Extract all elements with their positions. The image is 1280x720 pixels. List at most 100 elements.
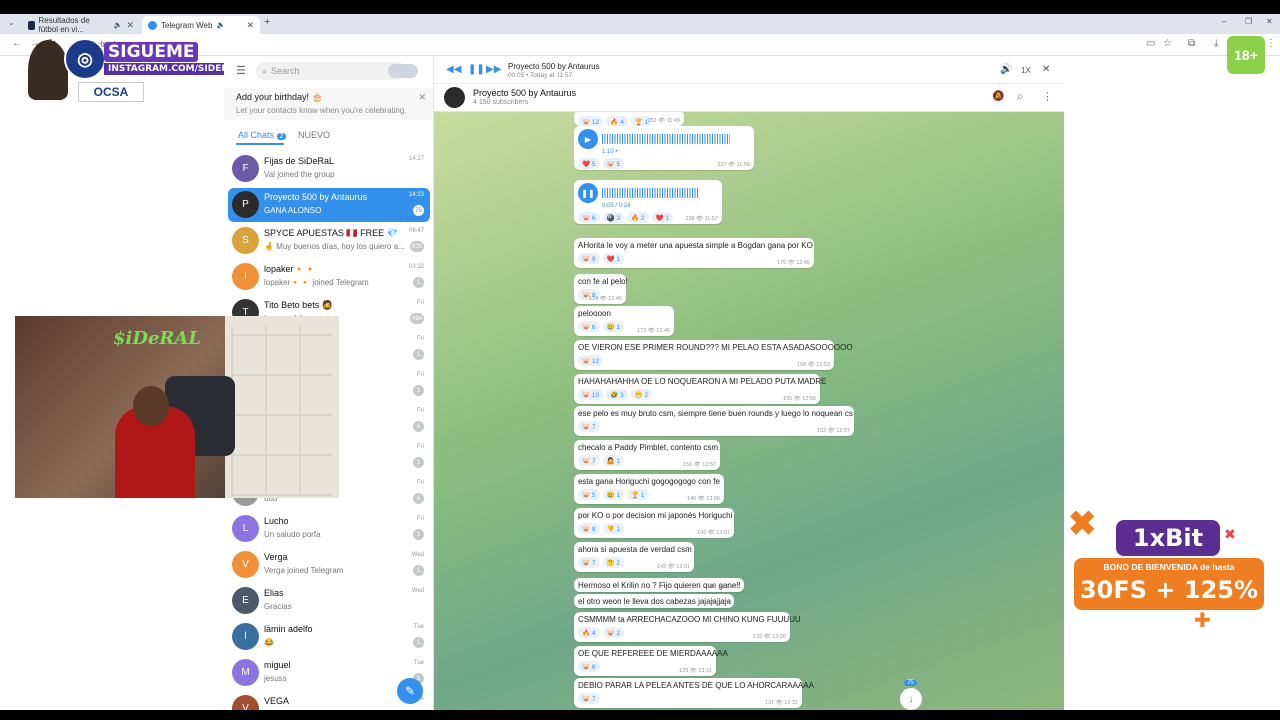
chat-list-item[interactable]: l lámin adelfo 😂 Tue 1 xyxy=(228,620,430,654)
window-close-icon[interactable]: ✕ xyxy=(1266,17,1273,26)
message-bubble[interactable]: con fe al pelo! 🐷 8 174 👁 12:46 xyxy=(574,274,628,304)
reaction-chip[interactable]: 🔥 2 xyxy=(627,212,649,223)
rewind-icon[interactable]: ◀◀ xyxy=(446,64,461,75)
menu-dots-icon[interactable]: ⋮ xyxy=(1266,38,1276,49)
message-bubble[interactable]: AHorita le voy a meter una apuesta simpl… xyxy=(574,238,814,268)
reaction-chip[interactable]: ❤️ 1 xyxy=(602,253,625,264)
chat-last-message: Un saludo porfa xyxy=(264,530,321,539)
message-bubble[interactable]: checalo a Paddy Pimblet, contento csm 🐷 7… xyxy=(574,440,720,470)
reaction-chip[interactable]: 🐷 6 xyxy=(578,661,600,672)
playback-speed[interactable]: 1X xyxy=(1021,66,1031,75)
extensions-icon[interactable]: ⧉ xyxy=(1188,38,1195,49)
reaction-chip[interactable]: 🐷 9 xyxy=(578,253,600,264)
reaction-chip[interactable]: 🐷 12 xyxy=(578,355,604,366)
more-options-icon[interactable]: ⋮ xyxy=(1042,90,1053,103)
chat-header[interactable]: Proyecto 500 by Antaurus 4 150 subscribe… xyxy=(434,84,1064,112)
reaction-chip[interactable]: 🐷 7 xyxy=(578,693,600,704)
voice-message[interactable]: ▶ 1:10 • ❤️ 5 🐷 5 237 👁 11:56 xyxy=(574,126,754,170)
pause-icon[interactable]: ❚❚ xyxy=(578,183,598,203)
back-icon[interactable]: ← xyxy=(12,38,22,49)
chat-messages-area[interactable]: 🐷 12 🔥 4 🏆 1 252 👁 11:49 ▶ 1:10 • ❤️ 5 🐷 5 237 👁… xyxy=(434,112,1064,710)
message-bubble[interactable]: CSMMMM ta ARRECHACAZOOO MI CHINO KUNG FU… xyxy=(574,612,801,642)
message-bubble[interactable]: por KO o por decision mi japonés Horiguc… xyxy=(574,508,734,538)
message-bubble[interactable]: 🐷 12 🔥 4 🏆 1 252 👁 11:49 xyxy=(574,112,684,127)
reaction-chip[interactable]: ❤️ 1 xyxy=(651,212,674,223)
message-text: ese pelo es muy bruto csm, siempre tiene… xyxy=(578,409,853,418)
message-bubble[interactable]: DEBIO PARAR LA PELEA ANTES DE QUE LO AHO… xyxy=(574,678,814,708)
cast-icon[interactable]: ▭ xyxy=(1146,38,1155,49)
reaction-chip[interactable]: 😁 2 xyxy=(630,389,653,400)
close-icon[interactable]: ✕ xyxy=(126,20,134,31)
chat-list-item[interactable]: l lopaker🔸🔸 lopaker🔸🔸 joined Telegram 03:32… xyxy=(228,260,430,294)
message-bubble[interactable]: HAHAHAHAHHA OE LO NOQUEARON A MI PELADO … xyxy=(574,374,826,404)
search-icon[interactable]: ⌕ xyxy=(1017,89,1024,104)
bookmark-star-icon[interactable]: ☆ xyxy=(1163,38,1172,49)
reaction-chip[interactable]: 🐷 8 xyxy=(578,523,600,534)
compose-pencil-icon[interactable]: ✎ xyxy=(397,678,423,704)
reaction-chip[interactable]: 🤷 1 xyxy=(602,455,625,466)
reaction-chip[interactable]: 🤔 2 xyxy=(602,557,625,568)
reaction-chip[interactable]: ❤️ 5 xyxy=(578,158,600,169)
play-icon[interactable]: ▶ xyxy=(578,129,598,149)
close-icon[interactable]: ✕ xyxy=(246,20,254,31)
message-bubble[interactable]: peloooon 🐷 6 😢 1 173 👁 12:46 xyxy=(574,306,674,336)
reaction-chip[interactable]: 🐷 2 xyxy=(602,627,625,638)
reaction-chip[interactable]: 🐷 7 xyxy=(578,455,600,466)
chat-list-item[interactable]: V Verga Verga joined Telegram Wed 1 xyxy=(228,548,430,582)
voice-message[interactable]: ❚❚ 0:05 / 0:24 🐷 6 🎱 3 🔥 2 ❤️ 1 238 👁 11:57 xyxy=(574,180,722,224)
hamburger-menu-icon[interactable]: ☰ xyxy=(236,64,246,77)
tab-nuevo[interactable]: NUEVO xyxy=(298,130,330,140)
reaction-chip[interactable]: 🐷 7 xyxy=(578,557,600,568)
reaction-chip[interactable]: 🐷 7 xyxy=(578,421,600,432)
message-bubble[interactable]: OE QUE REFEREEE DE MIERDAAAAAA 🐷 6 129 👁 1… xyxy=(574,646,728,676)
minimize-icon[interactable]: – xyxy=(1222,17,1226,26)
message-bubble[interactable]: OE VIERON ESE PRIMER ROUND??? MI PELAO E… xyxy=(574,340,853,370)
chat-list-item[interactable]: P Proyecto 500 by Antaurus GANA ALONSO 14:2… xyxy=(228,188,430,222)
mute-bell-icon[interactable]: 🔕 xyxy=(992,91,1004,102)
tab-list-icon[interactable]: ⌄ xyxy=(8,18,15,27)
reaction-chip[interactable]: 🔥 4 xyxy=(578,627,600,638)
reaction-chip[interactable]: 🏆 1 xyxy=(627,489,649,500)
chat-list-item[interactable]: F Fijas de SiDeRaL Val joined the group 14:… xyxy=(228,152,430,186)
close-icon[interactable]: ✕ xyxy=(418,92,426,103)
story-avatars[interactable] xyxy=(388,64,418,78)
volume-icon[interactable]: 🔊 xyxy=(1000,64,1012,75)
download-icon[interactable]: ⤓ xyxy=(1214,38,1218,49)
maximize-icon[interactable]: ❐ xyxy=(1245,17,1252,26)
search-input[interactable]: ⌕ Search xyxy=(256,62,406,80)
chat-list-item[interactable]: E Elias Gracias Wed xyxy=(228,584,430,618)
reaction-chip[interactable]: 🐷 5 xyxy=(578,489,600,500)
forward-icon[interactable]: ▶▶ xyxy=(486,64,501,75)
ad-brand-logo: 1xBit xyxy=(1116,520,1220,556)
browser-tab-strip: ⌄ Resultados de fútbol en vi... 🔈 ✕ Tele… xyxy=(0,14,1280,34)
message-bubble[interactable]: esta gana Horiguchi gogogogogo con fe 🐷 5… xyxy=(574,474,724,504)
tab-resultados[interactable]: Resultados de fútbol en vi... 🔈 ✕ xyxy=(22,16,140,34)
reaction-chip[interactable]: 😢 1 xyxy=(602,489,625,500)
scroll-down-arrow-icon[interactable]: ↓ 75 xyxy=(900,680,922,710)
reaction-chip[interactable]: 🎱 3 xyxy=(602,212,625,223)
message-bubble[interactable]: Hermoso el Krilin no ? Fijo quieren que … xyxy=(574,578,744,592)
message-bubble[interactable]: ahora si apuesta de verdad csm 🐷 7 🤔 2 142 … xyxy=(574,542,694,572)
chat-list-item[interactable]: L Lucho Un saludo porfa Fri 1 xyxy=(228,512,430,546)
message-bubble[interactable]: el otro weon le lleva dos cabezas jajaja… xyxy=(574,594,734,608)
pause-icon[interactable]: ❚❚ xyxy=(468,64,485,75)
message-meta: 146 👁 13:00 xyxy=(687,496,720,502)
birthday-banner[interactable]: Add your birthday! 🎂 Let your contacts k… xyxy=(224,88,433,120)
reaction-chip[interactable]: 🐷 6 xyxy=(578,321,600,332)
follow-title: SIGUEME xyxy=(104,42,199,62)
reaction-chip[interactable]: 🐷 10 xyxy=(578,389,604,400)
reaction-chip[interactable]: 🤣 3 xyxy=(606,389,628,400)
new-tab-icon[interactable]: + xyxy=(264,16,270,28)
audio-waveform[interactable] xyxy=(602,134,730,144)
audio-waveform[interactable] xyxy=(602,188,698,198)
reaction-chip[interactable]: 👎 1 xyxy=(602,523,625,534)
chat-list-item[interactable]: S SPYCE APUESTAS 🇵🇪 FREE 💎 🤞 Muy buenos dí… xyxy=(228,224,430,258)
tab-telegram[interactable]: Telegram Web 🔈 ✕ xyxy=(142,16,260,34)
close-icon[interactable]: ✕ xyxy=(1042,64,1050,75)
tab-all-chats[interactable]: All Chats 2 xyxy=(238,130,287,140)
message-bubble[interactable]: ese pelo es muy bruto csm, siempre tiene… xyxy=(574,406,854,436)
reaction-chip[interactable]: 🐷 6 xyxy=(578,212,600,223)
reaction-chip[interactable]: 😢 1 xyxy=(602,321,625,332)
reaction-chip[interactable]: 🐷 5 xyxy=(602,158,625,169)
message-meta: 129 👁 13:31 xyxy=(679,668,712,674)
